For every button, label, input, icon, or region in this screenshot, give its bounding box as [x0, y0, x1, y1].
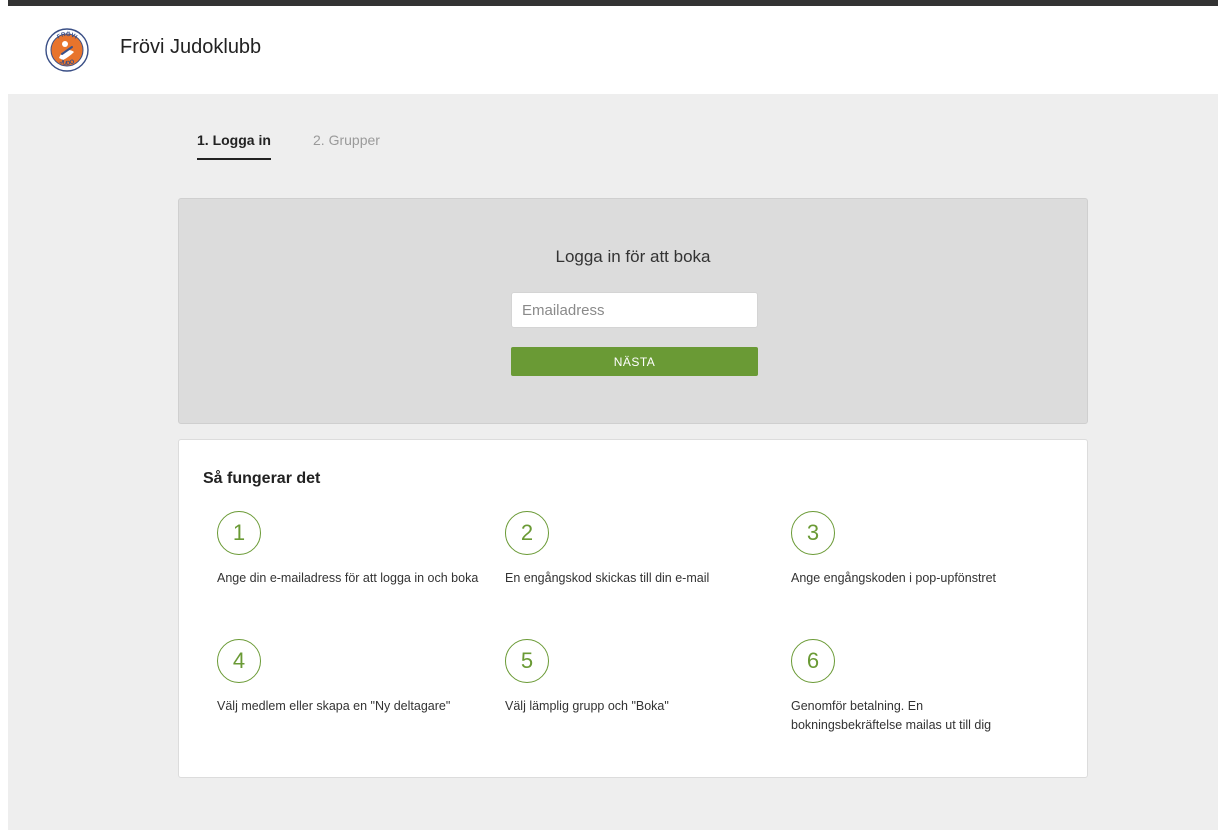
step-number-circle: 6 — [791, 639, 835, 683]
login-title: Logga in för att boka — [555, 247, 711, 266]
how-it-works-title: Så fungerar det — [203, 470, 321, 487]
step-number-circle: 1 — [217, 511, 261, 555]
active-step-underline — [197, 158, 271, 160]
login-panel: Logga in för att boka NÄSTA — [178, 198, 1088, 424]
email-input[interactable] — [511, 292, 758, 328]
main-content: 1. Logga in 2. Grupper Logga in för att … — [8, 94, 1218, 830]
next-button[interactable]: NÄSTA — [511, 347, 758, 376]
how-step-1: 1 Ange din e-mailadress för att logga in… — [217, 511, 487, 588]
club-logo[interactable]: FRÖVI JUDO — [45, 28, 89, 72]
step-number-circle: 4 — [217, 639, 261, 683]
step-text: Välj medlem eller skapa en "Ny deltagare… — [217, 699, 451, 713]
step-text: Välj lämplig grupp och "Boka" — [505, 699, 669, 713]
how-step-3: 3 Ange engångskoden i pop-upfönstret — [791, 511, 1061, 588]
how-step-2: 2 En engångskod skickas till din e-mail — [505, 511, 775, 588]
step-number-circle: 3 — [791, 511, 835, 555]
how-step-5: 5 Välj lämplig grupp och "Boka" — [505, 639, 775, 716]
step-text: En engångskod skickas till din e-mail — [505, 571, 710, 585]
step-number-circle: 5 — [505, 639, 549, 683]
step-text: Ange din e-mailadress för att logga in o… — [217, 571, 479, 585]
how-it-works-panel: Så fungerar det 1 Ange din e-mailadress … — [178, 439, 1088, 778]
step-text: Ange engångskoden i pop-upfönstret — [791, 571, 997, 585]
brand-name[interactable]: Frövi Judoklubb — [120, 36, 261, 59]
step-tab-login[interactable]: 1. Logga in — [197, 132, 271, 160]
step-tab-groups[interactable]: 2. Grupper — [313, 132, 380, 148]
site-header: FRÖVI JUDO Frövi Judoklubb — [8, 6, 1218, 94]
step-number-circle: 2 — [505, 511, 549, 555]
how-step-6: 6 Genomför betalning. En bokningsbekräft… — [791, 639, 1031, 735]
step-tab-label: 1. Logga in — [197, 132, 271, 148]
how-step-4: 4 Välj medlem eller skapa en "Ny deltaga… — [217, 639, 487, 716]
step-text: Genomför betalning. En bokningsbekräftel… — [791, 699, 992, 732]
